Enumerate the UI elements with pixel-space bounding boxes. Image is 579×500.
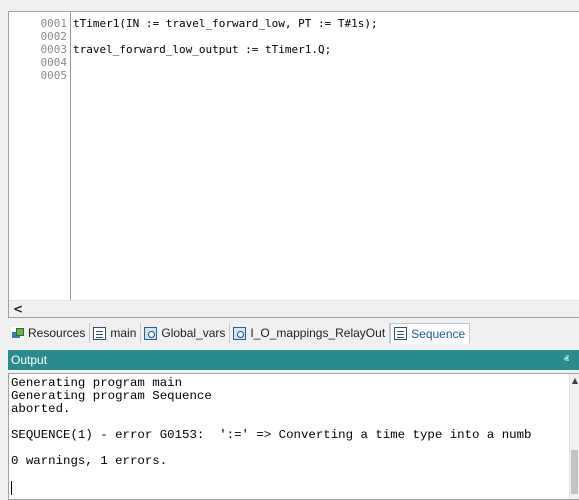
tab-global-vars[interactable]: Global_vars bbox=[141, 323, 231, 343]
code-line[interactable]: tTimer1(IN := travel_forward_low, PT := … bbox=[73, 17, 579, 30]
tab-resources[interactable]: Resources bbox=[8, 323, 91, 343]
io-mapping-gear-icon bbox=[233, 326, 247, 340]
error-line[interactable]: SEQUENCE(1) - error G0153: ':=' => Conve… bbox=[11, 429, 567, 442]
code-editor[interactable]: 0001 0002 0003 0004 0005 tTimer1(IN := t… bbox=[8, 11, 579, 318]
program-doc-icon bbox=[394, 327, 408, 340]
horizontal-scrollbar[interactable]: < bbox=[9, 300, 579, 317]
code-area[interactable]: tTimer1(IN := travel_forward_low, PT := … bbox=[73, 17, 579, 82]
code-line[interactable] bbox=[73, 56, 579, 69]
code-line[interactable]: travel_forward_low_output := tTimer1.Q; bbox=[73, 43, 579, 56]
scrollbar-thumb[interactable] bbox=[571, 450, 578, 494]
scroll-up-arrow-icon[interactable]: ▲ bbox=[572, 376, 578, 386]
resources-icon bbox=[11, 326, 24, 340]
code-line[interactable] bbox=[73, 30, 579, 43]
output-title: Output bbox=[11, 353, 48, 367]
tab-label: Sequence bbox=[411, 326, 466, 341]
line-number: 0004 bbox=[40, 56, 68, 69]
scroll-left-arrow-icon[interactable]: < bbox=[13, 302, 23, 316]
tab-label: main bbox=[110, 326, 137, 340]
line-number: 0001 bbox=[40, 17, 68, 30]
output-panel-header: Output ⱏ bbox=[8, 350, 579, 370]
summary-line: 0 warnings, 1 errors. bbox=[11, 454, 168, 468]
variables-gear-icon bbox=[144, 326, 158, 340]
tab-io-mappings-relayout[interactable]: I_O_mappings_RelayOut bbox=[230, 323, 391, 343]
vertical-scrollbar[interactable]: ▲ bbox=[569, 374, 579, 499]
pin-icon[interactable]: ⱏ bbox=[564, 350, 569, 370]
tab-label: Resources bbox=[28, 326, 86, 340]
editor-tab-bar: Resources main Global_vars I_O_mappings_… bbox=[8, 322, 579, 344]
tab-sequence[interactable]: Sequence bbox=[390, 322, 471, 344]
output-line: aborted. bbox=[11, 402, 71, 416]
tab-main[interactable]: main bbox=[90, 323, 142, 343]
output-text-area[interactable]: Generating program main Generating progr… bbox=[11, 377, 567, 468]
code-line[interactable] bbox=[73, 69, 579, 82]
text-caret bbox=[11, 481, 12, 495]
program-doc-icon bbox=[93, 326, 107, 340]
tab-label: I_O_mappings_RelayOut bbox=[250, 326, 386, 340]
line-number: 0005 bbox=[40, 69, 68, 82]
output-console[interactable]: Generating program main Generating progr… bbox=[8, 373, 579, 500]
line-number-gutter: 0001 0002 0003 0004 0005 bbox=[9, 12, 71, 301]
output-line: Generating program Sequence bbox=[11, 389, 212, 403]
line-number: 0003 bbox=[40, 43, 68, 56]
tab-label: Global_vars bbox=[161, 326, 226, 340]
line-number: 0002 bbox=[40, 30, 68, 43]
